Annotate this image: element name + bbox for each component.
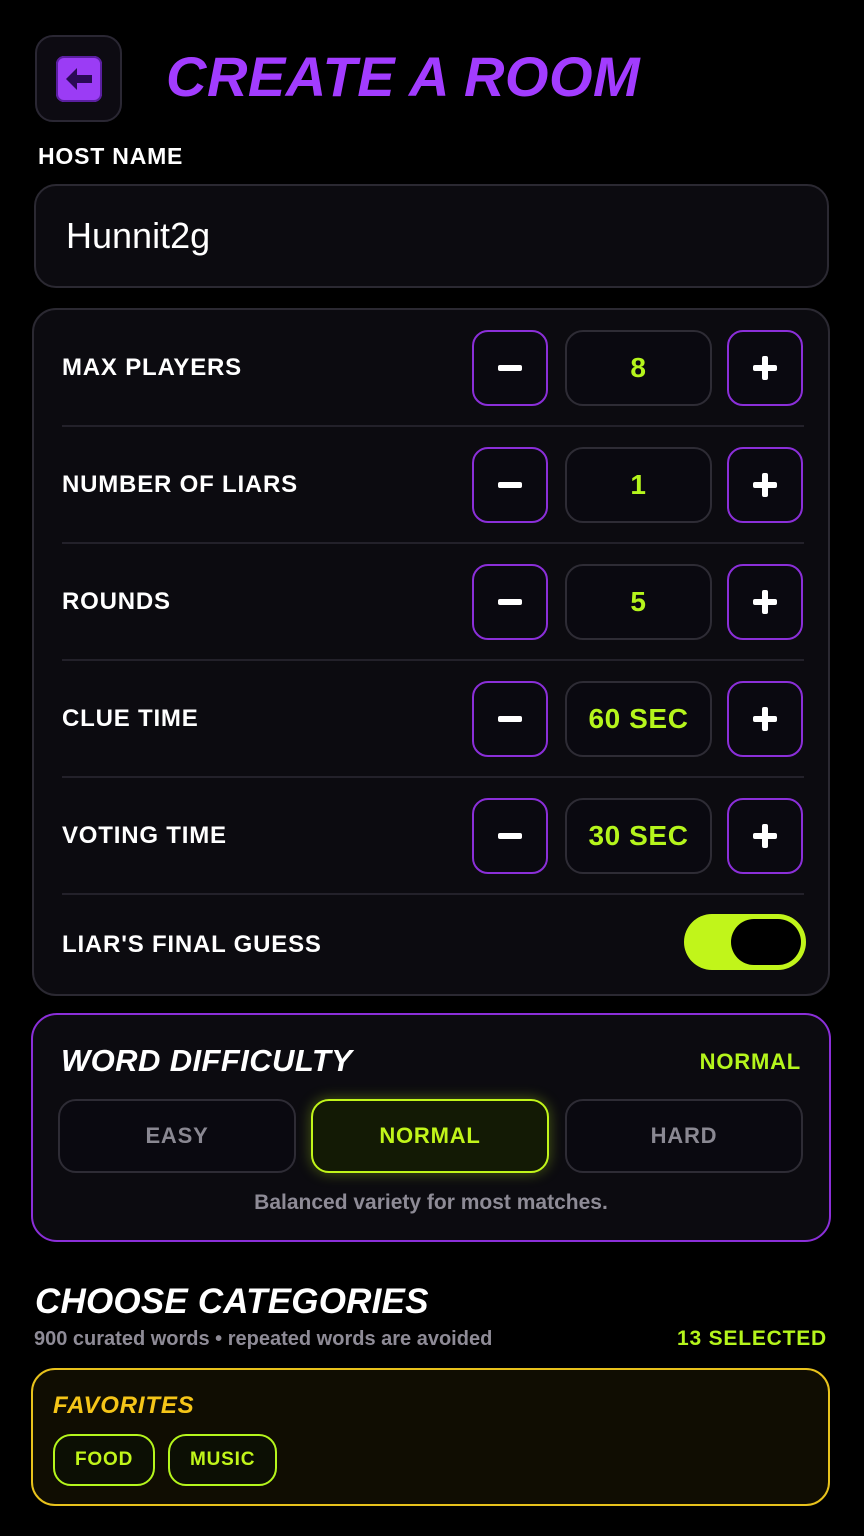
minus-icon bbox=[498, 482, 522, 488]
clue-time-increment-button[interactable] bbox=[727, 681, 803, 757]
clue-time-decrement-button[interactable] bbox=[472, 681, 548, 757]
minus-icon bbox=[498, 599, 522, 605]
difficulty-normal-button[interactable]: NORMAL bbox=[311, 1099, 549, 1173]
liars-decrement-button[interactable] bbox=[472, 447, 548, 523]
favorites-group: FAVORITES FOOD MUSIC bbox=[31, 1368, 830, 1506]
plus-icon bbox=[753, 707, 777, 731]
final-guess-label: LIAR'S FINAL GUESS bbox=[62, 931, 322, 958]
back-arrow-icon bbox=[55, 55, 102, 102]
max-players-value: 8 bbox=[565, 330, 712, 406]
max-players-row: MAX PLAYERS 8 bbox=[62, 310, 804, 427]
category-chip-food[interactable]: FOOD bbox=[53, 1434, 156, 1486]
minus-icon bbox=[498, 833, 522, 839]
rounds-row: ROUNDS 5 bbox=[62, 544, 804, 661]
rounds-label: ROUNDS bbox=[62, 587, 171, 615]
max-players-increment-button[interactable] bbox=[727, 330, 803, 406]
plus-icon bbox=[753, 590, 777, 614]
difficulty-current-value: NORMAL bbox=[699, 1049, 801, 1074]
difficulty-hard-button[interactable]: HARD bbox=[565, 1099, 803, 1173]
categories-subtitle: 900 curated words • repeated words are a… bbox=[34, 1328, 493, 1350]
plus-icon bbox=[753, 824, 777, 848]
category-chip-music[interactable]: MUSIC bbox=[168, 1434, 278, 1486]
plus-icon bbox=[753, 356, 777, 380]
categories-title: CHOOSE CATEGORIES bbox=[35, 1282, 429, 1321]
minus-icon bbox=[498, 365, 522, 371]
rounds-decrement-button[interactable] bbox=[472, 564, 548, 640]
back-button[interactable] bbox=[35, 35, 122, 122]
voting-time-value: 30 SEC bbox=[565, 798, 712, 874]
liars-row: NUMBER OF LIARS 1 bbox=[62, 427, 804, 544]
voting-time-label: VOTING TIME bbox=[62, 821, 227, 849]
clue-time-row: CLUE TIME 60 SEC bbox=[62, 661, 804, 778]
voting-time-row: VOTING TIME 30 SEC bbox=[62, 778, 804, 895]
host-name-input[interactable]: Hunnit2g bbox=[34, 184, 829, 288]
word-difficulty-card: WORD DIFFICULTY NORMAL EASY NORMAL HARD … bbox=[31, 1013, 831, 1242]
page-title: CREATE A ROOM bbox=[166, 45, 641, 108]
voting-time-increment-button[interactable] bbox=[727, 798, 803, 874]
voting-time-decrement-button[interactable] bbox=[472, 798, 548, 874]
rounds-value: 5 bbox=[565, 564, 712, 640]
settings-card: MAX PLAYERS 8 NUMBER OF LIARS 1 ROUNDS 5… bbox=[32, 308, 830, 996]
categories-selected-count: 13 SELECTED bbox=[676, 1327, 827, 1350]
difficulty-easy-button[interactable]: EASY bbox=[58, 1099, 296, 1173]
minus-icon bbox=[498, 716, 522, 722]
word-difficulty-title: WORD DIFFICULTY bbox=[61, 1043, 353, 1078]
final-guess-toggle[interactable] bbox=[684, 914, 806, 970]
plus-icon bbox=[753, 473, 777, 497]
host-name-label: HOST NAME bbox=[38, 143, 184, 169]
max-players-decrement-button[interactable] bbox=[472, 330, 548, 406]
max-players-label: MAX PLAYERS bbox=[62, 353, 242, 381]
rounds-increment-button[interactable] bbox=[727, 564, 803, 640]
liars-label: NUMBER OF LIARS bbox=[62, 470, 298, 498]
toggle-knob bbox=[731, 919, 801, 965]
host-name-value: Hunnit2g bbox=[66, 215, 211, 256]
favorites-title: FAVORITES bbox=[53, 1392, 195, 1419]
clue-time-value: 60 SEC bbox=[565, 681, 712, 757]
clue-time-label: CLUE TIME bbox=[62, 704, 199, 732]
liars-increment-button[interactable] bbox=[727, 447, 803, 523]
liars-value: 1 bbox=[565, 447, 712, 523]
difficulty-description: Balanced variety for most matches. bbox=[254, 1191, 608, 1214]
